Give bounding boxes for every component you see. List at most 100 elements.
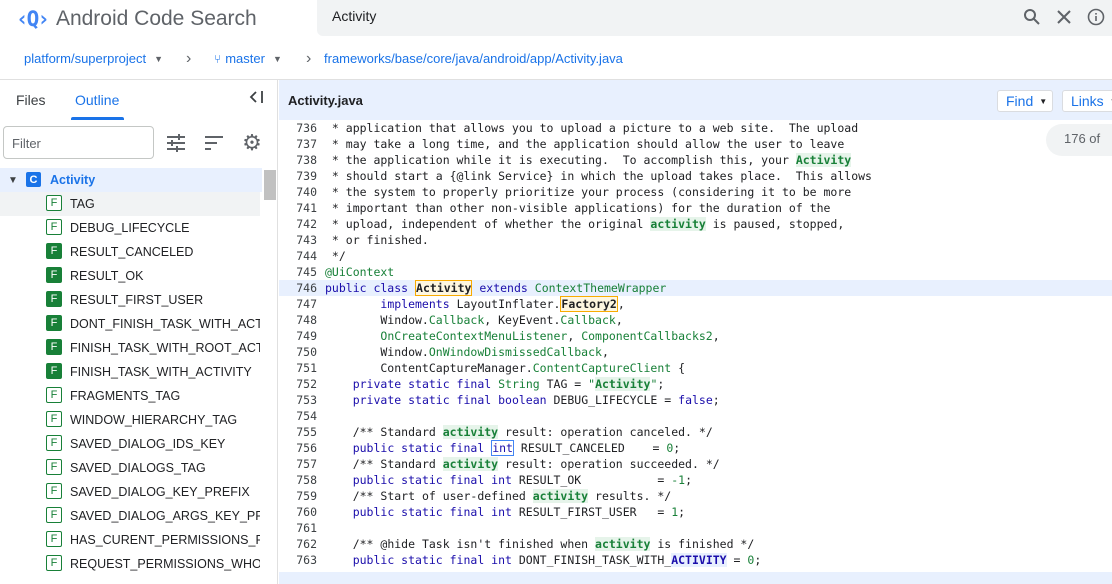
caret-down-icon[interactable]: ▼ — [8, 175, 18, 186]
line-number[interactable]: 761 — [279, 520, 317, 536]
outline-item[interactable]: F REQUEST_PERMISSIONS_WHO_ — [0, 552, 278, 576]
line-number[interactable]: 739 — [279, 168, 317, 184]
gear-icon[interactable]: ⚙ — [242, 132, 262, 154]
outline-item[interactable]: F DONT_FINISH_TASK_WITH_ACTI — [0, 312, 278, 336]
line-number[interactable]: 758 — [279, 472, 317, 488]
code-line[interactable]: 759 /** Start of user-defined activity r… — [279, 488, 1112, 504]
outline-scrollbar[interactable] — [264, 170, 276, 200]
code-line[interactable]: 739 * should start a {@link Service} in … — [279, 168, 1112, 184]
line-number[interactable]: 737 — [279, 136, 317, 152]
outline-item[interactable]: F SAVED_DIALOG_IDS_KEY — [0, 432, 278, 456]
line-number[interactable]: 738 — [279, 152, 317, 168]
line-number[interactable]: 748 — [279, 312, 317, 328]
code-line[interactable]: 748 Window.Callback, KeyEvent.Callback, — [279, 312, 1112, 328]
code-line[interactable]: 741 * important than other non-visible a… — [279, 200, 1112, 216]
outline-item[interactable]: F DEBUG_LIFECYCLE — [0, 216, 278, 240]
code-line[interactable]: 750 Window.OnWindowDismissedCallback, — [279, 344, 1112, 360]
line-number[interactable]: 757 — [279, 456, 317, 472]
outline-item[interactable]: F FRAGMENTS_TAG — [0, 384, 278, 408]
line-number[interactable]: 755 — [279, 424, 317, 440]
outline-item[interactable]: F RESULT_OK — [0, 264, 278, 288]
line-number[interactable]: 759 — [279, 488, 317, 504]
code-line[interactable]: 749 OnCreateContextMenuListener, Compone… — [279, 328, 1112, 344]
line-number[interactable]: 749 — [279, 328, 317, 344]
line-number[interactable]: 745 — [279, 264, 317, 280]
code-line[interactable]: 755 /** Standard activity result: operat… — [279, 424, 1112, 440]
code-line[interactable]: 745 @UiContext — [279, 264, 1112, 280]
line-number[interactable]: 756 — [279, 440, 317, 456]
line-number[interactable]: 744 — [279, 248, 317, 264]
line-number[interactable]: 752 — [279, 376, 317, 392]
code-line[interactable]: 747 implements LayoutInflater.Factory2, — [279, 296, 1112, 312]
links-label: Links — [1071, 93, 1104, 109]
line-number[interactable]: 743 — [279, 232, 317, 248]
outline-item[interactable]: F SAVED_DIALOGS_TAG — [0, 456, 278, 480]
code-line[interactable]: 743 * or finished. — [279, 232, 1112, 248]
outline-item[interactable]: F WINDOW_HIERARCHY_TAG — [0, 408, 278, 432]
tune-icon[interactable] — [166, 133, 186, 153]
file-path-link[interactable]: frameworks/base/core/java/android/app/Ac… — [324, 51, 623, 66]
links-button[interactable]: Links ▼ — [1062, 90, 1112, 112]
outline-root-class[interactable]: ▼ C Activity — [0, 168, 262, 192]
outline-item-label: RESULT_CANCELED — [70, 245, 194, 259]
code-line[interactable]: 746 public class Activity extends Context… — [279, 280, 1112, 296]
outline-item[interactable]: F RESULT_CANCELED — [0, 240, 278, 264]
code-line[interactable]: 740 * the system to properly prioritize … — [279, 184, 1112, 200]
line-number[interactable]: 753 — [279, 392, 317, 408]
code-line[interactable]: 760 public static final int RESULT_FIRST… — [279, 504, 1112, 520]
code-line[interactable]: 762 /** @hide Task isn't finished when a… — [279, 536, 1112, 552]
code-line[interactable]: 751 ContentCaptureManager.ContentCapture… — [279, 360, 1112, 376]
line-number[interactable]: 746 — [279, 280, 317, 296]
line-number[interactable]: 751 — [279, 360, 317, 376]
branch-selector[interactable]: ⑂ master ▼ — [214, 51, 282, 66]
code-line[interactable]: 758 public static final int RESULT_OK = … — [279, 472, 1112, 488]
code-line[interactable]: 736 * application that allows you to upl… — [279, 120, 1112, 136]
outline-item[interactable]: F HAS_CURENT_PERMISSIONS_RE — [0, 528, 278, 552]
line-number[interactable]: 741 — [279, 200, 317, 216]
line-number[interactable]: 760 — [279, 504, 317, 520]
search-input[interactable]: Activity — [332, 8, 376, 24]
app-logo[interactable]: ‹Q› Android Code Search — [16, 4, 257, 34]
outline-item[interactable]: F RESULT_FIRST_USER — [0, 288, 278, 312]
code-line[interactable]: 744 */ — [279, 248, 1112, 264]
info-icon[interactable] — [1086, 7, 1106, 27]
search-box[interactable]: Activity — [317, 0, 1112, 36]
code-line[interactable]: 752 private static final String TAG = "A… — [279, 376, 1112, 392]
project-selector[interactable]: platform/superproject ▼ — [24, 51, 163, 66]
outline-item[interactable]: F SAVED_DIALOG_ARGS_KEY_PRE — [0, 504, 278, 528]
close-icon[interactable] — [1054, 7, 1074, 27]
code-line[interactable]: 754 — [279, 408, 1112, 424]
code-line[interactable]: 737 * may take a long time, and the appl… — [279, 136, 1112, 152]
outline-item[interactable]: F SAVED_DIALOG_KEY_PREFIX — [0, 480, 278, 504]
outline-item[interactable]: F FINISH_TASK_WITH_ROOT_ACTI — [0, 336, 278, 360]
horizontal-scrollbar[interactable] — [279, 572, 1112, 584]
collapse-panel-icon[interactable] — [249, 90, 265, 107]
tab-files[interactable]: Files — [16, 92, 46, 108]
code-line[interactable]: 756 public static final int RESULT_CANCE… — [279, 440, 1112, 456]
outline-item[interactable]: F FINISH_TASK_WITH_ACTIVITY — [0, 360, 278, 384]
code-line[interactable]: 738 * the application while it is execut… — [279, 152, 1112, 168]
search-icon[interactable] — [1022, 7, 1042, 27]
line-source: * upload, independent of whether the ori… — [325, 217, 845, 231]
line-number[interactable]: 736 — [279, 120, 317, 136]
line-number[interactable]: 763 — [279, 552, 317, 568]
outline-item[interactable]: F TAG — [0, 192, 260, 216]
code-line[interactable]: 763 public static final int DONT_FINISH_… — [279, 552, 1112, 568]
filter-input[interactable]: Filter — [3, 126, 154, 159]
find-button[interactable]: Find ▼ — [997, 90, 1053, 112]
sort-icon[interactable] — [204, 133, 224, 153]
code-line[interactable]: 757 /** Standard activity result: operat… — [279, 456, 1112, 472]
tab-outline[interactable]: Outline — [75, 92, 119, 108]
line-number[interactable]: 762 — [279, 536, 317, 552]
app-title: Android Code Search — [55, 7, 257, 30]
code-line[interactable]: 742 * upload, independent of whether the… — [279, 216, 1112, 232]
code-line[interactable]: 753 private static final boolean DEBUG_L… — [279, 392, 1112, 408]
line-number[interactable]: 750 — [279, 344, 317, 360]
line-source: public static final int DONT_FINISH_TASK… — [352, 553, 762, 567]
line-number[interactable]: 754 — [279, 408, 317, 424]
code-area[interactable]: 736 * application that allows you to upl… — [279, 120, 1112, 568]
line-number[interactable]: 747 — [279, 296, 317, 312]
line-number[interactable]: 740 — [279, 184, 317, 200]
code-line[interactable]: 761 — [279, 520, 1112, 536]
line-number[interactable]: 742 — [279, 216, 317, 232]
